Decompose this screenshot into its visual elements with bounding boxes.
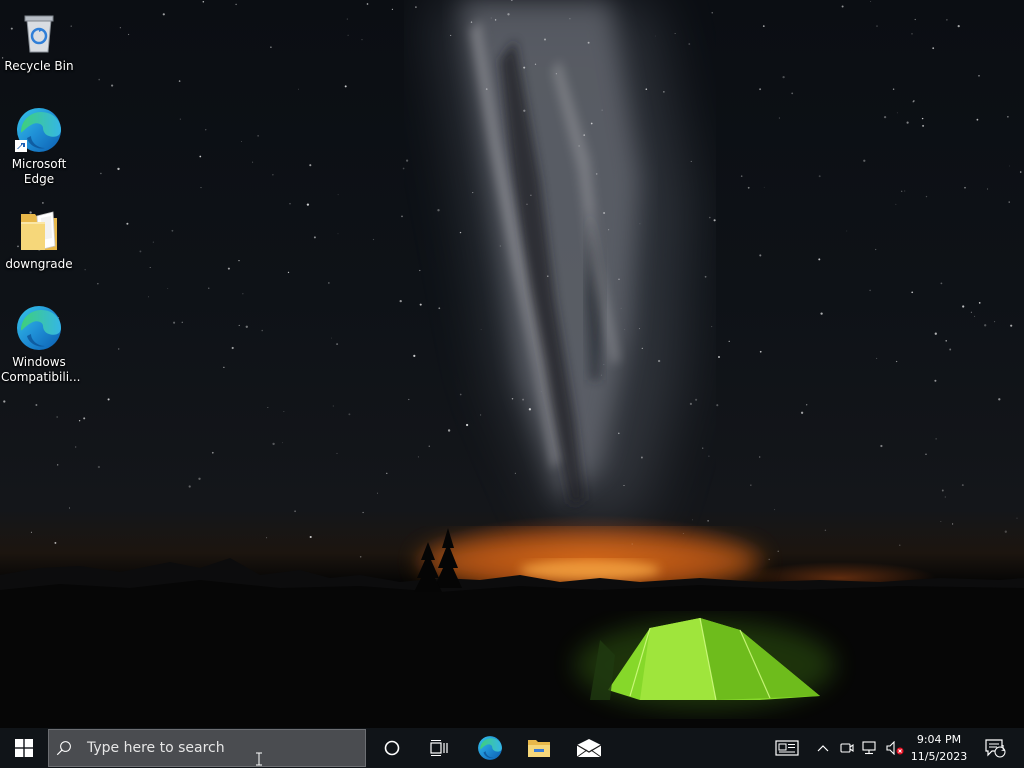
desktop-wallpaper [0, 0, 1024, 728]
edge-icon [478, 736, 502, 760]
cortana-circle-icon [384, 740, 400, 756]
taskbar-app-mail[interactable] [565, 728, 613, 768]
desktop-icon-label: Recycle Bin [4, 59, 74, 73]
cortana-button[interactable] [370, 728, 414, 768]
news-icon [775, 740, 799, 756]
recycle-bin-icon [15, 8, 63, 56]
notification-count-badge: 1 [1000, 744, 1006, 753]
folder-icon [15, 206, 63, 254]
meet-now-button[interactable] [836, 728, 858, 768]
clock[interactable]: 9:04 PM 11/5/2023 [908, 728, 970, 768]
text-cursor-icon [256, 752, 262, 766]
action-center-button[interactable]: 1 [978, 728, 1012, 768]
clock-time: 9:04 PM [916, 733, 962, 746]
desktop-icon-label: Microsoft Edge [11, 157, 67, 186]
search-box[interactable]: Type here to search [48, 729, 366, 767]
desktop-icon-recycle-bin[interactable]: Recycle Bin [1, 8, 77, 74]
edge-icon [15, 106, 63, 154]
clock-date: 11/5/2023 [910, 750, 968, 763]
edge-icon [15, 304, 63, 352]
taskbar-app-file-explorer[interactable] [515, 728, 563, 768]
show-hidden-icons-button[interactable] [812, 728, 834, 768]
volume-button[interactable] [883, 728, 907, 768]
desktop-icon-windows-compatibility[interactable]: Windows Compatibili... [1, 304, 81, 385]
desktop-icon-downgrade-folder[interactable]: downgrade [1, 206, 77, 272]
start-button[interactable] [0, 728, 48, 768]
desktop-icon-label: Windows Compatibili... [1, 355, 81, 384]
desktop-icon-microsoft-edge[interactable]: Microsoft Edge [1, 106, 77, 187]
chevron-up-icon [817, 745, 829, 752]
news-and-interests-button[interactable] [768, 728, 806, 768]
taskbar-app-edge[interactable] [466, 728, 514, 768]
search-placeholder: Type here to search [87, 740, 225, 756]
windows-logo-icon [15, 739, 33, 757]
task-view-icon [430, 740, 448, 756]
mail-icon [576, 739, 602, 758]
network-icon [862, 741, 876, 755]
meet-now-icon [840, 743, 854, 753]
volume-muted-icon [886, 741, 904, 755]
network-button[interactable] [859, 728, 881, 768]
task-view-button[interactable] [418, 728, 462, 768]
desktop-icon-label: downgrade [5, 257, 73, 271]
folder-icon [528, 740, 550, 757]
stars [1, 0, 1022, 561]
search-icon [56, 741, 71, 756]
